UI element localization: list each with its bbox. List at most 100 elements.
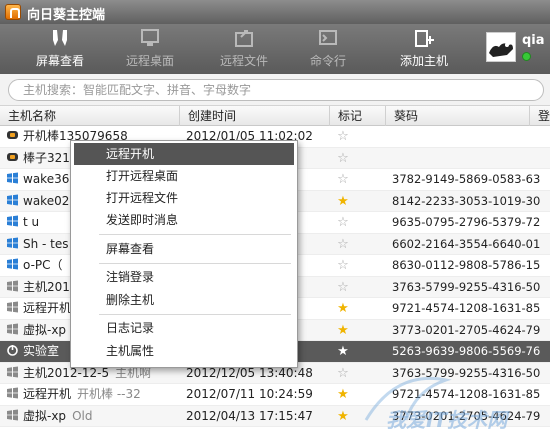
created-time-cell: 2012/07/11 10:24:59 — [186, 387, 313, 401]
user-name: qia — [522, 33, 545, 48]
host-name: 虚拟-xp — [23, 408, 67, 423]
mark-cell[interactable]: ☆ — [332, 255, 354, 276]
table-row[interactable]: 远程开机 开机棒 --32 2012/07/11 10:24:59 ★ 9721-457… — [0, 384, 550, 406]
remote-file-icon — [235, 30, 253, 47]
sunflower-code-cell — [392, 148, 550, 169]
mark-cell[interactable]: ★ — [332, 406, 354, 427]
mark-cell[interactable]: ☆ — [332, 212, 354, 233]
sunflower-code-cell — [392, 126, 550, 147]
windows-gray-icon — [6, 366, 23, 380]
menu-item-remote-boot[interactable]: 远程开机 — [74, 143, 294, 165]
menu-item-send-message[interactable]: 发送即时消息 — [74, 209, 294, 231]
windows-gray-icon — [6, 301, 23, 315]
star-filled-icon[interactable]: ★ — [337, 344, 349, 359]
star-filled-icon[interactable]: ★ — [337, 194, 349, 209]
command-line-icon — [319, 30, 337, 45]
column-header-created[interactable]: 创建时间 — [180, 106, 330, 126]
menu-separator — [99, 234, 291, 235]
mark-cell[interactable]: ☆ — [332, 148, 354, 169]
host-name: o-PC（ — [23, 258, 63, 272]
sunflower-code-cell: 3763-5799-9255-4316-50 — [392, 279, 541, 294]
column-header-name[interactable]: 主机名称 — [0, 106, 180, 126]
mark-cell[interactable]: ☆ — [332, 126, 354, 147]
menu-item-log-record[interactable]: 日志记录 — [74, 317, 294, 339]
screen-view-button[interactable]: 屏幕查看 — [24, 28, 96, 72]
host-name: 实验室 — [23, 344, 60, 358]
menu-item-host-properties[interactable]: 主机属性 — [74, 340, 294, 362]
sunflower-code-cell: 3763-5799-9255-4316-50 — [392, 365, 541, 380]
menu-item-logout[interactable]: 注销登录 — [74, 266, 294, 288]
host-search-input[interactable] — [8, 79, 544, 101]
star-filled-icon[interactable]: ★ — [337, 323, 349, 338]
menu-item-open-remote-desktop[interactable]: 打开远程桌面 — [74, 165, 294, 187]
windows-gray-icon — [6, 387, 23, 401]
avatar[interactable] — [486, 32, 516, 62]
sunflower-code-cell: 8142-2233-3053-1019-30 — [392, 193, 541, 208]
windows-icon — [6, 194, 23, 208]
windows-gray-icon — [6, 280, 23, 294]
context-menu: 远程开机 打开远程桌面 打开远程文件 发送即时消息 屏幕查看 注销登录 删除主机… — [70, 140, 298, 368]
host-name: 远程开机 — [23, 301, 72, 315]
mark-cell[interactable]: ☆ — [332, 277, 354, 298]
mark-cell[interactable]: ☆ — [332, 363, 354, 384]
remote-desktop-button[interactable]: 远程桌面 — [114, 28, 186, 72]
mark-cell[interactable]: ☆ — [332, 234, 354, 255]
plug-device-icon — [6, 151, 23, 165]
created-time-cell: 2012/04/13 17:15:47 — [186, 408, 313, 423]
mark-cell[interactable]: ★ — [332, 384, 354, 405]
host-name: Sh - tes — [23, 236, 69, 251]
toolbar: 屏幕查看 远程桌面 远程文件 命令行 添加主机 — [0, 24, 550, 74]
sunflower-code-cell: 3773-0201-2705-4624-79 — [392, 322, 541, 337]
sunflower-code-cell: 8630-0112-9808-5786-15 — [392, 258, 541, 272]
mark-cell[interactable]: ★ — [332, 298, 354, 319]
windows-gray-icon — [6, 409, 23, 423]
sunflower-code-cell: 6602-2164-3554-6640-01 — [392, 236, 541, 251]
host-name-cell: 虚拟-xp Old — [6, 406, 178, 427]
host-name: 虚拟-xp — [23, 322, 67, 337]
add-host-button[interactable]: 添加主机 — [388, 28, 460, 72]
mark-cell[interactable]: ★ — [332, 191, 354, 212]
remote-desktop-icon — [141, 29, 159, 46]
remote-file-button[interactable]: 远程文件 — [208, 28, 280, 72]
mark-cell[interactable]: ★ — [332, 341, 354, 362]
menu-item-delete-host[interactable]: 删除主机 — [74, 289, 294, 311]
host-name: wake36 — [23, 172, 70, 186]
mark-cell[interactable]: ★ — [332, 320, 354, 341]
star-outline-icon[interactable]: ☆ — [337, 258, 349, 273]
avatar-image-icon — [489, 43, 513, 57]
user-area[interactable]: qia — [486, 30, 550, 70]
column-header-mark[interactable]: 标记 — [330, 106, 386, 126]
star-outline-icon[interactable]: ☆ — [337, 151, 349, 166]
star-outline-icon[interactable]: ☆ — [337, 172, 349, 187]
menu-separator — [99, 263, 291, 264]
menu-item-screen-view[interactable]: 屏幕查看 — [74, 238, 294, 260]
windows-icon — [6, 172, 23, 186]
search-bar — [0, 74, 550, 106]
sunflower-code-cell: 9721-4574-1208-1631-85 — [392, 387, 541, 401]
host-name: wake02 — [23, 193, 70, 208]
title-bar: 向日葵主控端 — [0, 0, 550, 24]
windows-icon — [6, 258, 23, 272]
table-header: 主机名称 创建时间 标记 葵码 登 — [0, 106, 550, 126]
add-host-icon — [415, 30, 434, 47]
column-header-login[interactable]: 登 — [530, 106, 550, 126]
star-outline-icon[interactable]: ☆ — [337, 280, 349, 295]
mark-cell[interactable]: ☆ — [332, 169, 354, 190]
host-remark: 开机棒 --32 — [77, 387, 141, 401]
table-row[interactable]: 虚拟-xp Old 2012/04/13 17:15:47 ★ 3773-0201-27… — [0, 405, 550, 427]
star-outline-icon[interactable]: ☆ — [337, 129, 349, 144]
online-status-icon — [522, 52, 531, 61]
star-outline-icon[interactable]: ☆ — [337, 237, 349, 252]
star-filled-icon[interactable]: ★ — [337, 301, 349, 316]
star-filled-icon[interactable]: ★ — [337, 387, 349, 402]
column-header-code[interactable]: 葵码 — [386, 106, 530, 126]
command-line-button[interactable]: 命令行 — [292, 28, 364, 72]
menu-item-open-remote-file[interactable]: 打开远程文件 — [74, 187, 294, 209]
star-outline-icon[interactable]: ☆ — [337, 215, 349, 230]
star-outline-icon[interactable]: ☆ — [337, 366, 349, 381]
plug-device-icon — [6, 129, 23, 143]
host-name: t u — [23, 215, 40, 229]
host-remark: Old — [72, 408, 93, 423]
star-filled-icon[interactable]: ★ — [337, 409, 349, 424]
screen-view-icon — [53, 30, 67, 46]
